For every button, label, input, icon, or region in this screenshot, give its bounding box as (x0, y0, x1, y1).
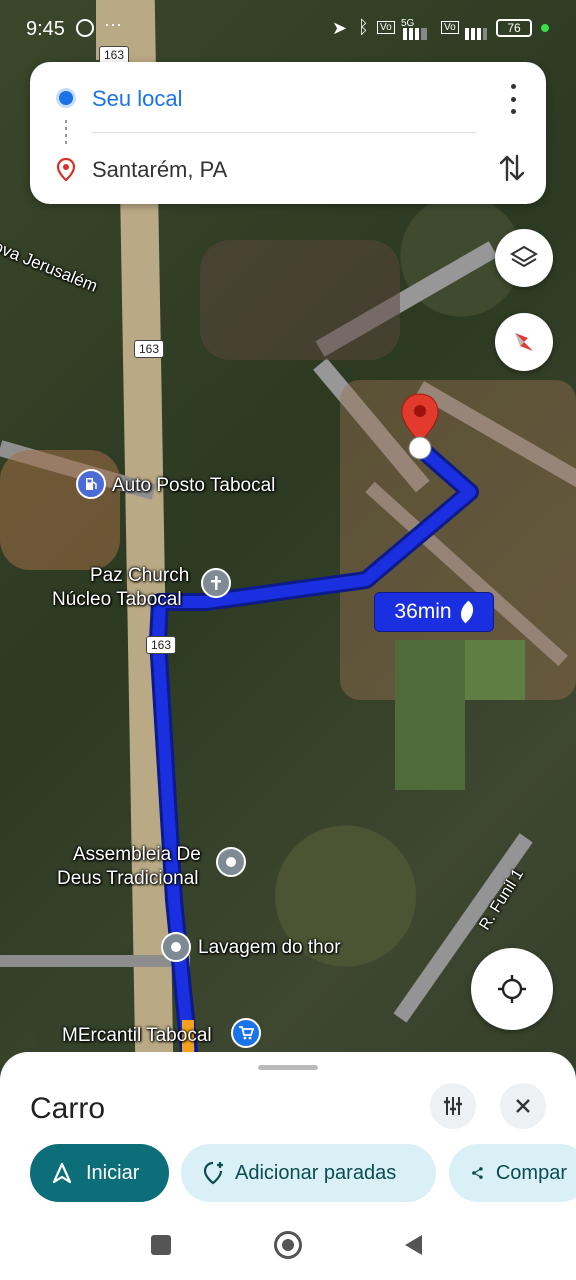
poi-label-lavagem[interactable]: Lavagem do thor (198, 937, 341, 959)
compass-button[interactable] (495, 313, 553, 371)
route-connector-dots (65, 120, 67, 144)
poi-label-posto[interactable]: Auto Posto Tabocal (112, 475, 275, 497)
compass-icon (515, 333, 533, 351)
close-button[interactable] (500, 1083, 546, 1129)
charging-dot-icon (541, 24, 549, 32)
my-location-button[interactable] (471, 948, 553, 1030)
sliders-icon (444, 1097, 462, 1115)
location-arrow-icon: ➤ (332, 18, 348, 38)
leaf-icon (455, 600, 478, 624)
status-bar: 9:45 ··· ➤ ᛒ Vo 5G Vo 76 (0, 0, 576, 58)
origin-dot-icon (59, 91, 73, 105)
recent-apps-button[interactable] (151, 1235, 171, 1255)
shopping-cart-icon[interactable] (231, 1018, 261, 1048)
share-icon (472, 1167, 483, 1179)
start-button[interactable]: Iniciar (30, 1144, 169, 1202)
volte-icon: Vo (377, 21, 395, 34)
navigation-arrow-icon (52, 1162, 72, 1184)
road-shield: 163 (146, 636, 177, 654)
poi-label-mercantil[interactable]: MErcantil Tabocal (62, 1025, 212, 1047)
signal-icon (403, 28, 427, 40)
battery-icon: 76 (496, 19, 532, 37)
signal-icon-2 (465, 28, 487, 40)
volte-icon-2: Vo (441, 21, 459, 34)
poi-label-church-line1[interactable]: Paz Church (90, 565, 189, 587)
share-button[interactable]: Compar (449, 1144, 576, 1202)
home-button[interactable] (274, 1231, 302, 1259)
status-time: 9:45 (26, 18, 65, 40)
eta-text: 36min (394, 600, 452, 623)
add-stops-label: Adicionar paradas (235, 1161, 397, 1184)
origin-field[interactable]: Seu local (92, 86, 183, 112)
poi-label-church-line2[interactable]: Núcleo Tabocal (52, 589, 182, 611)
eta-bubble[interactable]: 36min (374, 592, 494, 632)
destination-pin-icon (56, 158, 76, 182)
bottom-sheet: Carro Iniciar Adicionar paradas Compar (0, 1052, 576, 1280)
destination-pin[interactable] (400, 392, 440, 462)
place-icon[interactable] (161, 932, 191, 962)
start-label: Iniciar (86, 1161, 140, 1184)
whatsapp-icon (76, 19, 94, 37)
gas-station-icon[interactable] (76, 469, 106, 499)
travel-mode-title: Carro (30, 1092, 106, 1125)
divider (92, 132, 476, 133)
back-button[interactable] (402, 1233, 424, 1257)
crosshair-icon (498, 975, 526, 1003)
add-location-icon (203, 1161, 223, 1185)
destination-field[interactable]: Santarém, PA (92, 157, 227, 183)
poi-label-assembleia-line2[interactable]: Deus Tradicional (57, 868, 199, 890)
bluetooth-icon: ᛒ (358, 17, 369, 37)
more-notifications-icon: ··· (104, 14, 122, 34)
more-options-icon[interactable] (506, 84, 520, 114)
add-stops-button[interactable]: Adicionar paradas (181, 1144, 436, 1202)
swap-direction-icon[interactable] (498, 152, 526, 184)
close-icon (516, 1099, 530, 1113)
layers-icon (510, 245, 538, 268)
church-icon[interactable] (201, 568, 231, 598)
route-options-button[interactable] (430, 1083, 476, 1129)
drag-handle[interactable] (258, 1065, 318, 1070)
battery-level: 76 (507, 21, 521, 35)
place-icon[interactable] (216, 847, 246, 877)
route-search-card: Seu local Santarém, PA (30, 62, 546, 204)
road-shield: 163 (134, 340, 165, 358)
share-label: Compar (495, 1161, 567, 1184)
poi-label-assembleia-line1[interactable]: Assembleia De (73, 844, 201, 866)
layers-button[interactable] (495, 229, 553, 287)
